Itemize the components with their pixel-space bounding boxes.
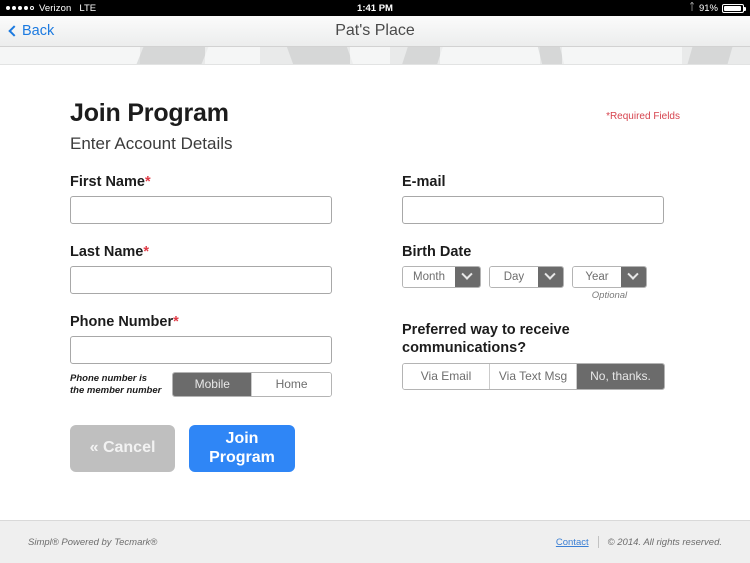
network-type-label: LTE — [79, 2, 97, 14]
email-input[interactable] — [402, 196, 664, 224]
phone-number-input[interactable] — [70, 336, 332, 364]
battery-percent-label: 91% — [698, 2, 718, 14]
communications-label-line2: communications? — [402, 340, 527, 357]
birth-year-value: Year — [572, 267, 621, 287]
communications-option-no-thanks[interactable]: No, thanks. — [577, 364, 664, 390]
member-number-note: Phone number is the member number — [70, 372, 162, 396]
birth-day-dropdown[interactable]: Day — [488, 266, 564, 288]
phone-number-label: Phone Number* — [70, 314, 332, 330]
required-fields-note: *Required Fields — [606, 111, 680, 122]
decorative-banner — [0, 47, 750, 65]
last-name-input[interactable] — [70, 266, 332, 294]
form-column-right: E-mail Birth Date Month Day Year Optiona… — [402, 174, 665, 472]
birth-date-label: Birth Date — [402, 244, 472, 260]
communications-option-via-email[interactable]: Via Email — [403, 364, 490, 390]
bluetooth-icon: ᛏ — [688, 2, 695, 13]
join-button-label-line1: Join — [225, 430, 259, 448]
form-columns: First Name* Last Name* Phone Number* Pho… — [70, 174, 680, 473]
join-button-label-line2: Program — [209, 448, 275, 466]
action-buttons: « Cancel Join Program — [70, 425, 332, 473]
header-section: Join Program Enter Account Details *Requ… — [70, 65, 680, 154]
form-column-left: First Name* Last Name* Phone Number* Pho… — [70, 174, 332, 473]
phone-type-segmented-control[interactable]: Mobile Home — [172, 372, 332, 398]
signal-strength-icon — [6, 6, 34, 10]
join-program-button[interactable]: Join Program — [189, 425, 295, 473]
phone-number-label-text: Phone Number — [70, 314, 174, 330]
phone-type-option-home[interactable]: Home — [252, 373, 331, 397]
footer-right-group: Contact © 2014. All rights reserved. — [556, 536, 722, 548]
footer-copyright: © 2014. All rights reserved. — [607, 536, 722, 548]
email-field-group: E-mail — [402, 174, 664, 224]
birth-date-field-group: Birth Date Month Day Year Optional — [402, 244, 664, 301]
page-title: Pat's Place — [335, 22, 415, 39]
chevron-down-icon — [454, 267, 480, 287]
communications-field-group: Preferred way to receive communications?… — [402, 321, 665, 391]
birth-year-cell: Year Optional — [571, 266, 647, 301]
communications-label-line1: Preferred way to receive — [402, 322, 570, 338]
footer-divider — [597, 536, 599, 548]
last-name-label: Last Name* — [70, 244, 332, 260]
phone-number-field-group: Phone Number* Phone number is the member… — [70, 314, 332, 398]
communications-option-via-text-msg[interactable]: Via Text Msg — [490, 364, 577, 390]
status-bar-left: Verizon LTE — [6, 3, 96, 14]
first-name-label: First Name* — [70, 174, 332, 190]
back-button-label: Back — [22, 23, 55, 39]
phone-type-option-mobile[interactable]: Mobile — [173, 373, 253, 397]
birth-day-value: Day — [489, 267, 538, 287]
main-content: Join Program Enter Account Details *Requ… — [0, 65, 750, 528]
last-name-label-text: Last Name — [70, 244, 144, 260]
first-name-label-text: First Name — [70, 174, 145, 190]
status-bar: Verizon LTE 1:41 PM ᛏ 91% — [0, 0, 750, 16]
page-footer: Simpl® Powered by Tecmark® Contact © 201… — [0, 520, 750, 563]
chevron-down-icon — [537, 267, 563, 287]
communications-segmented-control[interactable]: Via Email Via Text Msg No, thanks. — [402, 363, 665, 391]
birth-day-cell: Day — [488, 266, 564, 288]
birth-year-optional-note: Optional — [591, 290, 628, 301]
contact-link[interactable]: Contact — [556, 537, 589, 548]
birth-month-cell: Month — [402, 266, 481, 288]
phone-type-row: Phone number is the member number Mobile… — [70, 372, 332, 398]
birth-year-dropdown[interactable]: Year — [571, 266, 647, 288]
birth-month-value: Month — [403, 267, 455, 287]
join-program-heading: Join Program — [70, 99, 229, 127]
last-name-field-group: Last Name* — [70, 244, 332, 294]
chevron-left-icon — [8, 25, 20, 37]
birth-month-dropdown[interactable]: Month — [402, 266, 481, 288]
phone-number-required-marker: * — [173, 314, 179, 330]
chevron-down-icon — [620, 267, 646, 287]
carrier-label: Verizon — [39, 2, 72, 14]
birth-date-selectors: Month Day Year Optional — [402, 266, 664, 301]
status-bar-clock: 1:41 PM — [357, 2, 393, 14]
first-name-required-marker: * — [144, 174, 151, 190]
communications-label: Preferred way to receive communications? — [402, 321, 664, 357]
enter-account-details-subtitle: Enter Account Details — [70, 134, 233, 153]
footer-branding: Simpl® Powered by Tecmark® — [28, 536, 158, 548]
cancel-button[interactable]: « Cancel — [70, 425, 175, 473]
battery-icon — [722, 3, 746, 13]
back-button[interactable]: Back — [8, 23, 55, 39]
status-bar-right: ᛏ 91% — [688, 2, 746, 14]
last-name-required-marker: * — [143, 244, 149, 260]
first-name-input[interactable] — [70, 196, 332, 224]
navigation-bar: Back Pat's Place — [0, 16, 750, 47]
first-name-field-group: First Name* — [70, 174, 332, 224]
email-label: E-mail — [402, 174, 446, 190]
